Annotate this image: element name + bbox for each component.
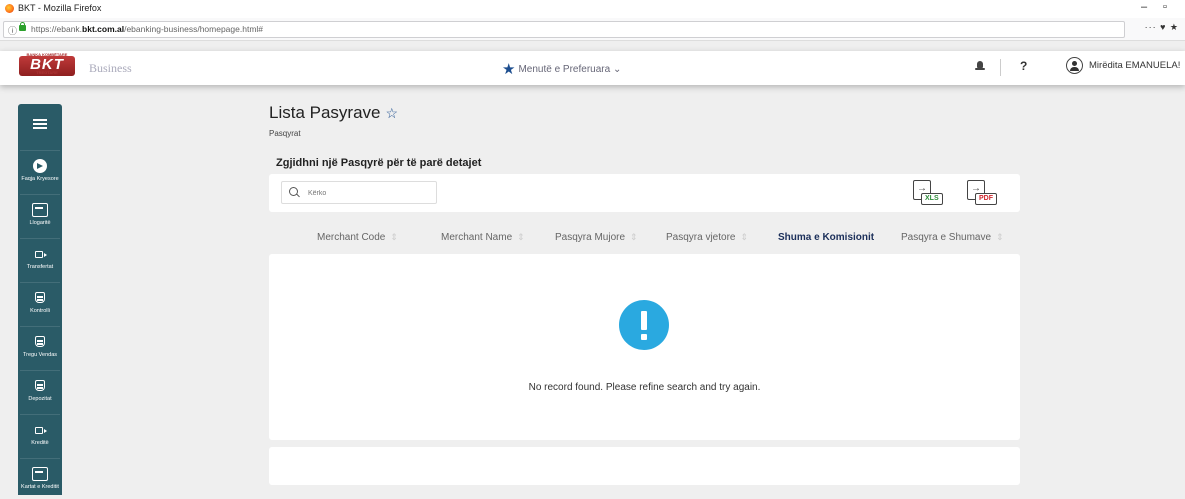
cup-icon bbox=[32, 291, 48, 305]
column-amounts-statement[interactable]: Pasqyra e Shumave ⇕ bbox=[901, 232, 1004, 243]
cup-icon bbox=[32, 335, 48, 349]
table-header: Merchant Code ⇕ Merchant Name ⇕ Pasqyra Mu… bbox=[269, 232, 1020, 252]
sidebar-item-credit-cards[interactable]: Kartat e Kreditit bbox=[20, 458, 60, 499]
browser-menu-icons[interactable]: ··· ♥ ★ bbox=[1145, 22, 1179, 33]
export-xls-button[interactable]: XLS bbox=[911, 178, 957, 206]
sidebar-item-accounts[interactable]: Llogaritë bbox=[20, 194, 60, 235]
sidebar-item-deposits[interactable]: Depozitat bbox=[20, 370, 60, 411]
favorites-label: Menutë e Preferuara bbox=[518, 64, 611, 75]
sidebar-item-control[interactable]: Kontrolli bbox=[20, 282, 60, 323]
lock-icon[interactable] bbox=[19, 22, 26, 31]
help-button[interactable]: ? bbox=[1020, 59, 1027, 73]
user-avatar-icon[interactable] bbox=[1066, 57, 1083, 74]
sort-icon: ⇕ bbox=[996, 232, 1004, 242]
sort-icon: ⇕ bbox=[390, 232, 398, 242]
sidebar-item-local-market[interactable]: Tregu Vendas bbox=[20, 326, 60, 367]
results-panel: No record found. Please refine search an… bbox=[269, 254, 1020, 440]
column-merchant-code[interactable]: Merchant Code ⇕ bbox=[317, 232, 398, 243]
column-commission-amount[interactable]: Shuma e Komisionit bbox=[778, 232, 879, 243]
maximize-button[interactable]: ▫ bbox=[1163, 1, 1167, 13]
home-icon bbox=[33, 159, 47, 173]
search-box[interactable] bbox=[281, 181, 437, 204]
column-monthly-statement[interactable]: Pasqyra Mujore ⇕ bbox=[555, 232, 638, 243]
pagination-panel bbox=[269, 447, 1020, 485]
browser-titlebar: BKT - Mozilla Firefox – ▫ bbox=[0, 0, 1185, 18]
favorite-star-icon[interactable]: ☆ bbox=[386, 105, 399, 121]
bell-icon[interactable] bbox=[975, 61, 985, 71]
info-icon[interactable]: ⓘ bbox=[8, 24, 17, 37]
business-label: Business bbox=[89, 61, 132, 75]
favorites-menu[interactable]: ★ Menutë e Preferuara ⌄ bbox=[502, 60, 621, 78]
page-title: Lista Pasyrave ☆ bbox=[269, 103, 399, 122]
transfer-icon bbox=[32, 423, 48, 437]
window-title: BKT - Mozilla Firefox bbox=[18, 3, 102, 13]
search-input[interactable] bbox=[306, 185, 435, 202]
search-toolbar: XLS PDF bbox=[269, 174, 1020, 212]
app-header: BKT BANKA KOMBËTARE TREGTARE Business ★ M… bbox=[0, 51, 1185, 85]
firefox-icon bbox=[5, 4, 14, 13]
column-merchant-name[interactable]: Merchant Name ⇕ bbox=[441, 232, 525, 243]
user-menu[interactable]: Mirëdita EMANUELA! ⌄ bbox=[1089, 60, 1185, 71]
hamburger-menu-icon[interactable] bbox=[33, 119, 47, 129]
export-pdf-button[interactable]: PDF bbox=[965, 178, 1011, 206]
card-icon bbox=[32, 467, 48, 481]
sort-icon: ⇕ bbox=[630, 232, 638, 242]
address-bar[interactable]: ⓘ https://ebank.bkt.com.al/ebanking-busi… bbox=[3, 21, 1125, 38]
url-text: https://ebank.bkt.com.al/ebanking-busine… bbox=[31, 24, 264, 34]
exclamation-icon bbox=[619, 300, 669, 350]
cup-icon bbox=[32, 379, 48, 393]
sort-icon: ⇕ bbox=[740, 232, 749, 242]
sidebar-item-transfers[interactable]: Transfertat bbox=[20, 238, 60, 279]
browser-urlbar: ⓘ https://ebank.bkt.com.al/ebanking-busi… bbox=[0, 18, 1185, 41]
minimize-button[interactable]: – bbox=[1141, 1, 1147, 13]
star-icon: ★ bbox=[502, 61, 516, 78]
sidebar-item-home[interactable]: Faqja Kryesore bbox=[20, 150, 60, 191]
section-subtitle: Zgjidhni një Pasqyrë për të parë detajet bbox=[276, 157, 482, 169]
transfer-icon bbox=[32, 247, 48, 261]
bkt-logo[interactable]: BKT BANKA KOMBËTARE TREGTARE bbox=[19, 52, 75, 76]
column-annual-statement[interactable]: Pasqyra vjetore ⇕ bbox=[666, 232, 748, 243]
chevron-down-icon: ⌄ bbox=[612, 64, 622, 75]
empty-state-message: No record found. Please refine search an… bbox=[528, 382, 761, 393]
sort-icon: ⇕ bbox=[517, 232, 525, 242]
divider bbox=[1000, 59, 1001, 76]
card-icon bbox=[32, 203, 48, 217]
search-icon bbox=[289, 187, 298, 196]
breadcrumb: Pasqyrat bbox=[269, 129, 301, 138]
sidebar: Faqja Kryesore Llogaritë Transfertat Kon… bbox=[18, 104, 62, 495]
sidebar-item-loans[interactable]: Kreditë bbox=[20, 414, 60, 455]
